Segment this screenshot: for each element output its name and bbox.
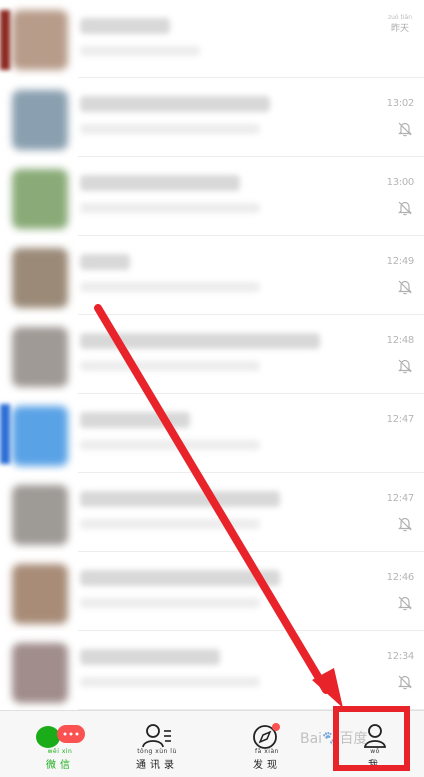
tab-contacts[interactable]: tōng xùn lù 通讯录: [117, 711, 197, 777]
mute-bell-icon: [396, 199, 414, 217]
chat-name: [80, 96, 270, 112]
chat-row[interactable]: 12:48: [0, 315, 424, 394]
avatar-edge: [0, 404, 10, 464]
chat-name: [80, 18, 170, 34]
highlight-box: [333, 706, 410, 771]
chat-name: [80, 649, 220, 665]
avatar: [12, 485, 68, 545]
mute-bell-icon: [396, 357, 414, 375]
mute-bell-icon: [396, 673, 414, 691]
avatar: [12, 406, 68, 466]
tab-pinyin: fā xiàn: [255, 748, 279, 755]
avatar: [12, 327, 68, 387]
avatar: [12, 90, 68, 150]
chat-row[interactable]: 13:00: [0, 157, 424, 236]
tab-label: 微信: [46, 760, 74, 771]
chat-preview: [80, 440, 260, 450]
chat-row[interactable]: 12:34: [0, 631, 424, 710]
chat-time: zuó tiān 昨天: [388, 14, 412, 34]
tab-pinyin: wēi xìn: [47, 748, 73, 755]
chat-preview: [80, 203, 260, 213]
chat-name: [80, 412, 190, 428]
chat-row[interactable]: zuó tiān 昨天: [0, 0, 424, 78]
avatar: [12, 248, 68, 308]
chat-preview: [80, 124, 260, 134]
avatar: [12, 643, 68, 703]
mute-bell-icon: [396, 120, 414, 138]
time-hanzi: 昨天: [390, 24, 409, 34]
avatar: [12, 564, 68, 624]
chat-name: [80, 333, 320, 349]
chat-preview: [80, 598, 260, 608]
avatar: [12, 169, 68, 229]
chat-name: [80, 491, 280, 507]
mute-bell-icon: [396, 594, 414, 612]
chat-list: zuó tiān 昨天 13:02 13:00 12:49 12:48 12:47 12:47…: [0, 0, 424, 710]
chat-row[interactable]: 12:46: [0, 552, 424, 631]
chat-preview: [80, 677, 260, 687]
time-pinyin: zuó tiān: [387, 14, 412, 21]
avatar: [12, 10, 68, 70]
chat-preview: [80, 46, 200, 56]
chat-time: 12:34: [386, 651, 415, 662]
chat-preview: [80, 519, 260, 529]
mute-bell-icon: [396, 515, 414, 533]
chat-preview: [80, 361, 260, 371]
chat-row[interactable]: 13:02: [0, 78, 424, 157]
avatar-edge: [0, 10, 10, 70]
chat-time: 12:47: [386, 414, 415, 425]
chat-time: 13:00: [386, 177, 415, 188]
tab-discover[interactable]: fā xiàn 发现: [227, 711, 307, 777]
chat-name: [80, 254, 130, 270]
chat-time: 12:49: [386, 256, 415, 267]
tab-pinyin: tōng xùn lù: [137, 748, 177, 755]
chat-time: 13:02: [386, 98, 415, 109]
tab-chats[interactable]: wēi xìn 微信: [20, 711, 100, 777]
mute-bell-icon: [396, 278, 414, 296]
tab-label: 发现: [253, 760, 281, 771]
chat-time: 12:47: [386, 493, 415, 504]
chat-row[interactable]: 12:49: [0, 236, 424, 315]
tab-label: 通讯录: [136, 760, 178, 771]
chat-time: 12:46: [386, 572, 415, 583]
chat-name: [80, 175, 240, 191]
chat-row[interactable]: 12:47: [0, 394, 424, 473]
chat-row[interactable]: 12:47: [0, 473, 424, 552]
chat-preview: [80, 282, 260, 292]
chat-time: 12:48: [386, 335, 415, 346]
chat-name: [80, 570, 280, 586]
